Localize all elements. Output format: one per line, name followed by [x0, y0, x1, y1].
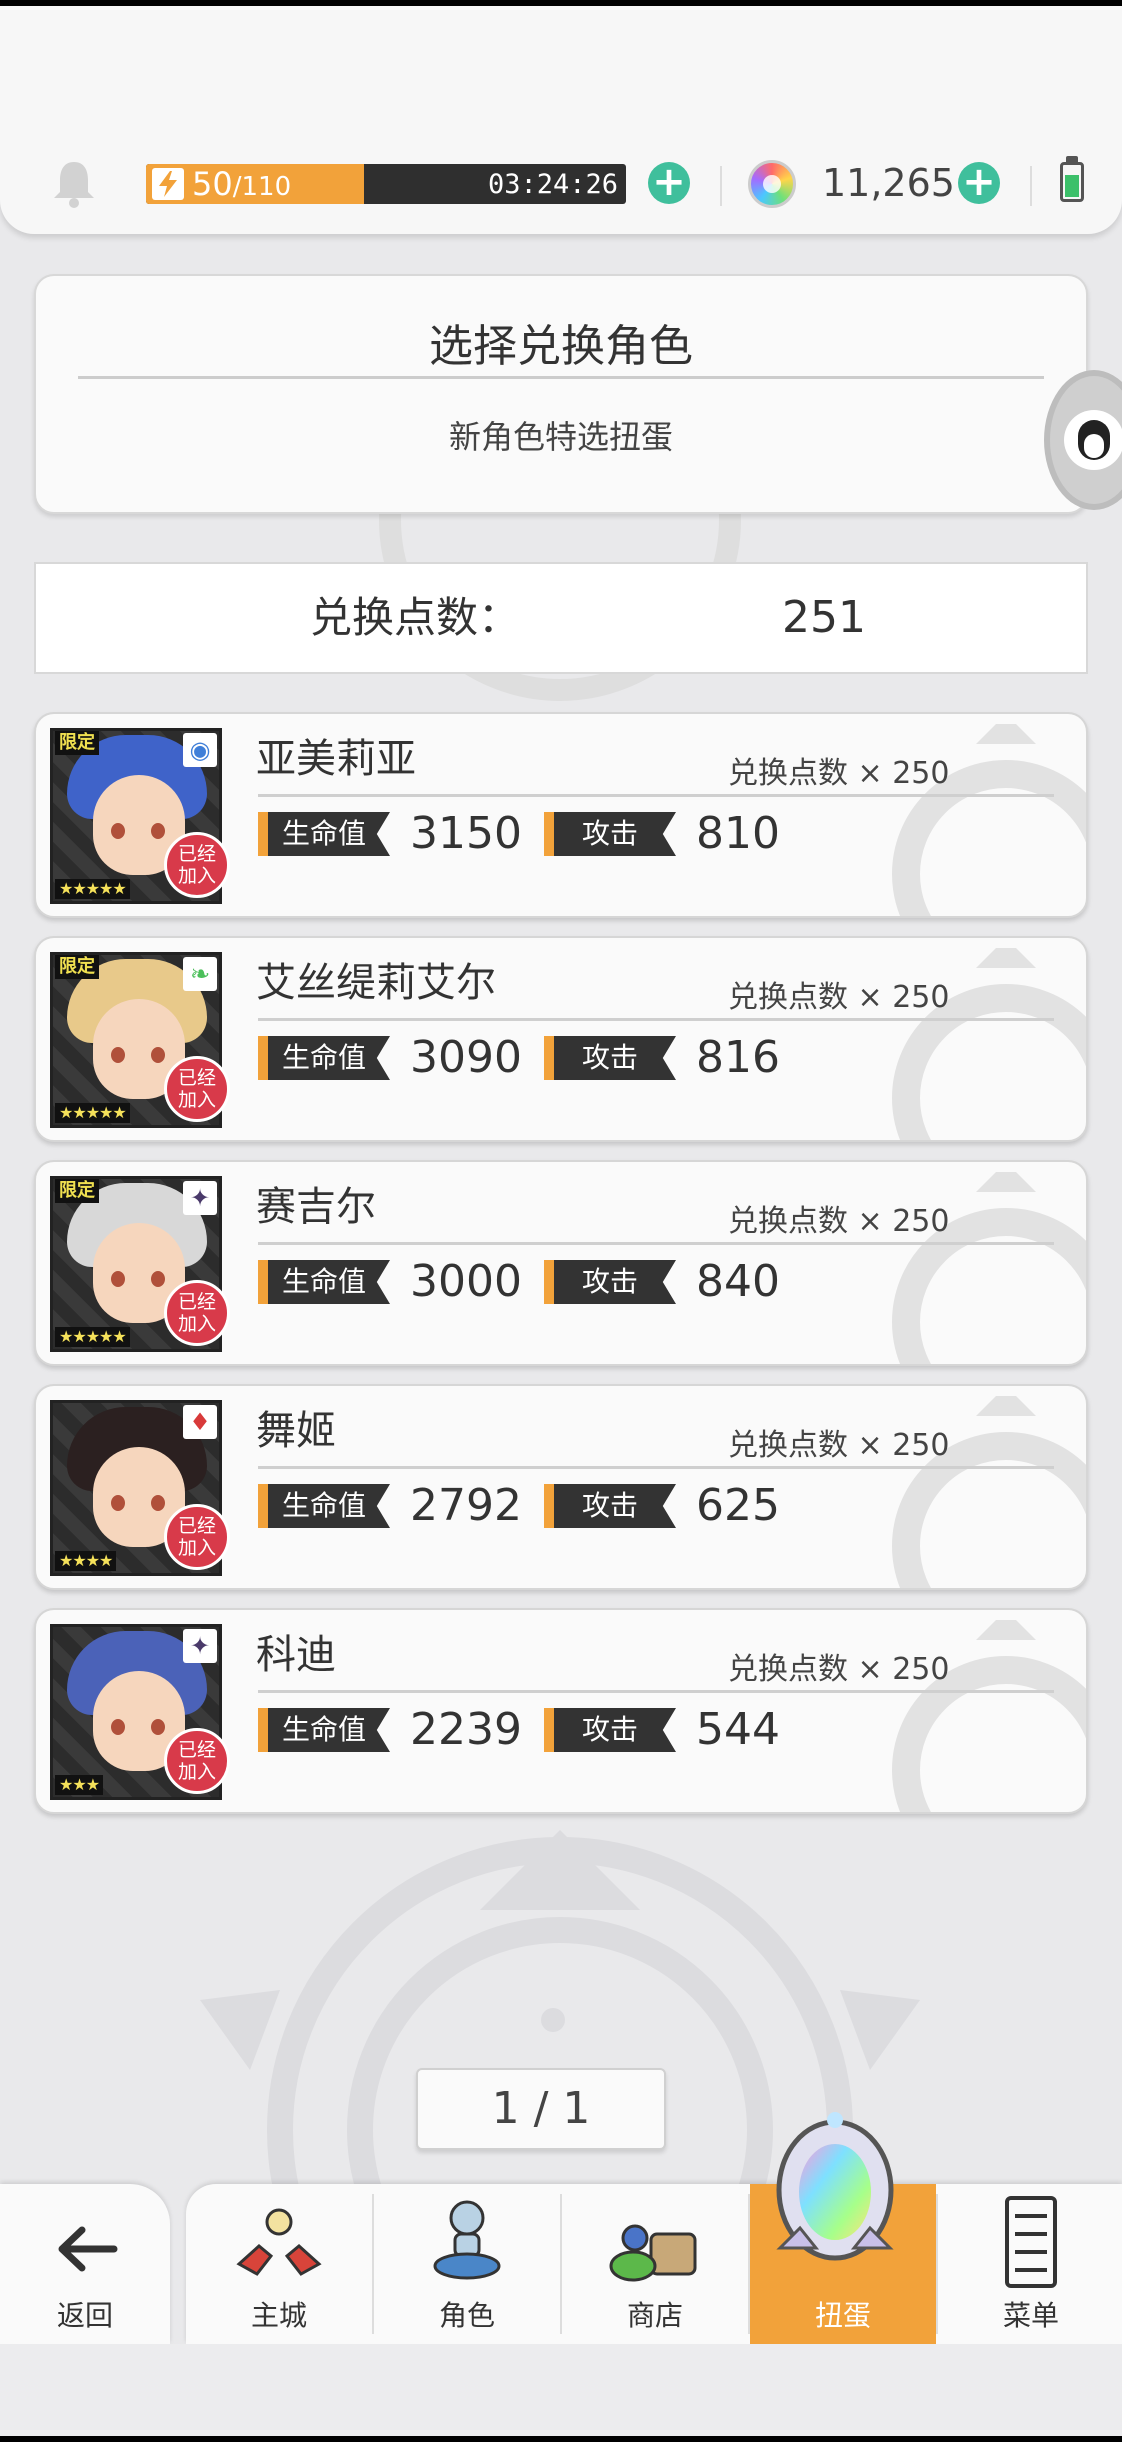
attack-label: 攻击 — [544, 1484, 676, 1528]
battery-icon — [1060, 162, 1084, 202]
joined-badge: 已经 加入 — [164, 832, 230, 898]
attack-label: 攻击 — [544, 1708, 676, 1752]
title-divider — [78, 376, 1044, 379]
joined-badge: 已经 加入 — [164, 1728, 230, 1794]
stamina-timer: 03:24:26 — [487, 169, 618, 200]
page-title: 选择兑换角色 — [429, 321, 693, 372]
hp-label: 生命值 — [258, 812, 390, 856]
bolt-icon — [152, 168, 184, 200]
limited-tag: 限定 — [55, 955, 99, 979]
back-arrow-icon — [58, 2226, 118, 2272]
rarity-stars: ★★★ — [55, 1775, 104, 1795]
nav-label: 商店 — [626, 2299, 683, 2332]
joined-badge: 已经 加入 — [164, 1504, 230, 1570]
rarity-stars: ★★★★★ — [55, 1103, 130, 1123]
hp-value: 2239 — [410, 1704, 522, 1755]
exchange-cost: 兑换点数 × 250 — [728, 1652, 950, 1687]
nav-label: 扭蛋 — [814, 2299, 871, 2332]
character-name: 艾丝缇莉艾尔 — [256, 960, 496, 1006]
bell-icon[interactable] — [52, 158, 96, 208]
exchange-points-box: 兑换点数： 251 — [34, 562, 1088, 674]
rarity-stars: ★★★★★ — [55, 1327, 130, 1347]
back-label: 返回 — [56, 2299, 113, 2332]
dark-star-icon: ✦ — [183, 1629, 217, 1663]
attack-value: 810 — [696, 808, 780, 859]
character-name: 科迪 — [256, 1632, 336, 1678]
exchange-points-label: 兑换点数： — [310, 593, 521, 642]
divider — [1030, 166, 1032, 206]
shop-icon — [609, 2224, 697, 2282]
character-card-4[interactable]: ★★★★ ♦ 已经 加入 舞姬 兑换点数 × 250 生命值 2792 攻击 62… — [34, 1384, 1088, 1590]
stamina-value: 50/110 — [192, 165, 292, 203]
nav-label: 菜单 — [1002, 2299, 1059, 2332]
attack-label: 攻击 — [544, 812, 676, 856]
hp-value: 3150 — [410, 808, 522, 859]
hp-label: 生命值 — [258, 1036, 390, 1080]
exchange-cost: 兑换点数 × 250 — [728, 756, 950, 791]
fire-diamond-icon: ♦ — [183, 1405, 217, 1439]
character-name: 亚美莉亚 — [256, 736, 416, 782]
add-gem-button[interactable]: + — [958, 162, 1000, 204]
water-circle-icon: ◉ — [183, 733, 217, 767]
name-divider — [258, 1690, 1054, 1693]
nav-main-city[interactable]: 主城 — [186, 2184, 372, 2344]
character-name: 舞姬 — [256, 1408, 336, 1454]
exchange-cost: 兑换点数 × 250 — [728, 1204, 950, 1239]
limited-tag: 限定 — [55, 1179, 99, 1203]
nav-shop[interactable]: 商店 — [562, 2184, 748, 2344]
gem-icon — [748, 160, 796, 208]
attack-label: 攻击 — [544, 1260, 676, 1304]
joined-badge: 已经 加入 — [164, 1280, 230, 1346]
footer-strip — [0, 2344, 1122, 2436]
nav-label: 主城 — [250, 2299, 307, 2332]
menu-icon — [1005, 2196, 1057, 2288]
pagination-indicator: 1 / 1 — [416, 2068, 666, 2150]
character-icon — [433, 2200, 501, 2280]
title-card: 选择兑换角色 新角色特选扭蛋 — [34, 274, 1088, 514]
hp-value: 3000 — [410, 1256, 522, 1307]
divider — [720, 166, 722, 206]
wind-leaf-icon: ❧ — [183, 957, 217, 991]
bottom-nav: 主城 角色 商店 扭蛋 菜单 — [186, 2184, 1122, 2344]
nav-label: 角色 — [438, 2299, 495, 2332]
screen-edge — [0, 2436, 1122, 2442]
hp-value: 2792 — [410, 1480, 522, 1531]
add-stamina-button[interactable]: + — [648, 162, 690, 204]
exchange-cost: 兑换点数 × 250 — [728, 1428, 950, 1463]
exchange-points-value: 251 — [782, 592, 866, 643]
dark-star-icon: ✦ — [183, 1181, 217, 1215]
character-card-2[interactable]: 限定 ★★★★★ ❧ 已经 加入 艾丝缇莉艾尔 兑换点数 × 250 生命值 30… — [34, 936, 1088, 1142]
name-divider — [258, 1242, 1054, 1245]
character-card-3[interactable]: 限定 ★★★★★ ✦ 已经 加入 赛吉尔 兑换点数 × 250 生命值 3000 … — [34, 1160, 1088, 1366]
exchange-cost: 兑换点数 × 250 — [728, 980, 950, 1015]
hp-label: 生命值 — [258, 1708, 390, 1752]
status-header: 50/110 03:24:26 + 11,265 + — [0, 6, 1122, 234]
attack-value: 840 — [696, 1256, 780, 1307]
banner-subtitle: 新角色特选扭蛋 — [448, 418, 673, 456]
nav-character[interactable]: 角色 — [374, 2184, 560, 2344]
joined-badge: 已经 加入 — [164, 1056, 230, 1122]
hp-label: 生命值 — [258, 1260, 390, 1304]
stamina-bar: 50/110 03:24:26 — [146, 164, 626, 204]
hp-value: 3090 — [410, 1032, 522, 1083]
limited-tag: 限定 — [55, 731, 99, 755]
attack-value: 816 — [696, 1032, 780, 1083]
rarity-stars: ★★★★ — [55, 1551, 117, 1571]
attack-label: 攻击 — [544, 1036, 676, 1080]
attack-value: 625 — [696, 1480, 780, 1531]
character-card-5[interactable]: ★★★ ✦ 已经 加入 科迪 兑换点数 × 250 生命值 2239 攻击 544 — [34, 1608, 1088, 1814]
gem-count: 11,265 — [822, 161, 955, 205]
attack-value: 544 — [696, 1704, 780, 1755]
rarity-stars: ★★★★★ — [55, 879, 130, 899]
main-city-icon — [236, 2208, 322, 2276]
back-button[interactable]: 返回 — [0, 2184, 170, 2344]
nav-menu[interactable]: 菜单 — [938, 2184, 1122, 2344]
character-card-1[interactable]: 限定 ★★★★★ ◉ 已经 加入 亚美莉亚 兑换点数 × 250 生命值 3150… — [34, 712, 1088, 918]
hp-label: 生命值 — [258, 1484, 390, 1528]
name-divider — [258, 794, 1054, 797]
name-divider — [258, 1466, 1054, 1469]
gacha-icon — [776, 2112, 894, 2261]
name-divider — [258, 1018, 1054, 1021]
character-name: 赛吉尔 — [256, 1184, 376, 1230]
